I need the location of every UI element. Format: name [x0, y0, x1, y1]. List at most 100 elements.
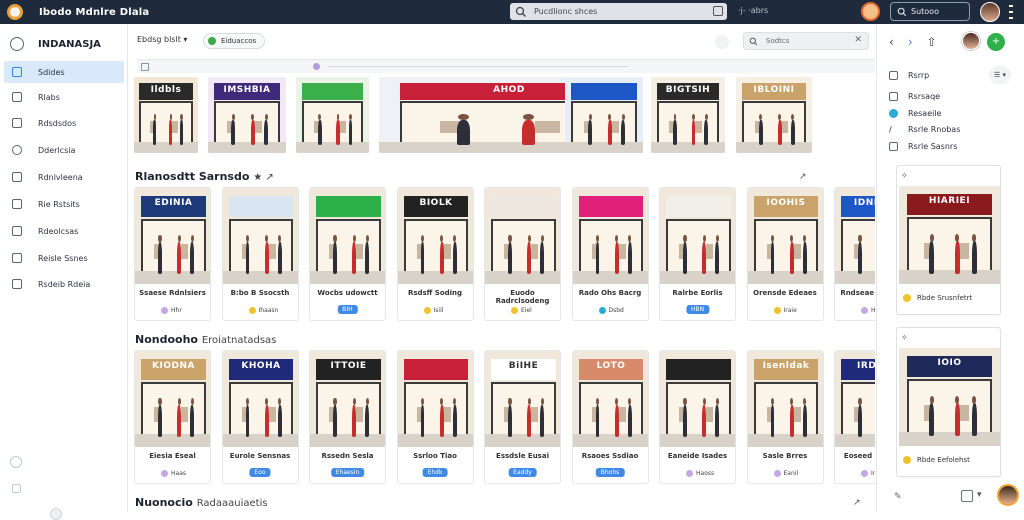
search-toggle-button[interactable]: [715, 35, 729, 49]
store-card[interactable]: Euodo Radrclsodeng Eiel: [484, 187, 561, 321]
tag-dot-icon: [861, 306, 868, 314]
card-caption: Eurole Sensnas: [229, 452, 291, 460]
store-card[interactable]: Rado Ohs Bacrg Dsbd: [571, 187, 649, 321]
settings-icon[interactable]: [12, 484, 21, 493]
store-card[interactable]: Isenldak Sasle Brres Eanil: [746, 350, 824, 484]
panel-avatar[interactable]: [962, 32, 980, 50]
card-tag[interactable]: Eanil: [770, 468, 803, 478]
card-tag[interactable]: Haas: [157, 468, 190, 478]
sidebar-item-3[interactable]: Dderlcsia: [4, 139, 124, 161]
account-label: Sutooo: [911, 7, 939, 16]
sidebar-item-5[interactable]: Rie Rstsits: [4, 193, 124, 215]
section-expand-icon[interactable]: ↗: [799, 172, 807, 182]
user-avatar[interactable]: [980, 2, 1000, 22]
store-card[interactable]: Ralrbe Eorlis HBN: [659, 187, 736, 321]
sidebar-item-2[interactable]: Rdsdsdos: [4, 112, 124, 134]
more-icon[interactable]: ▾: [977, 490, 982, 500]
breadcrumb[interactable]: Ebdsg blslt ▾: [137, 35, 187, 44]
sidebar: INDANASJA Sdides Rlabs Rdsdsdos Dderlcsi…: [0, 24, 128, 520]
strip-toggle-icon[interactable]: [141, 62, 149, 71]
sidebar-item-6[interactable]: Rdeolcsas: [4, 220, 124, 242]
content-search-input[interactable]: Sodtcs ✕: [743, 32, 869, 50]
card-tag[interactable]: Dsbd: [595, 305, 628, 315]
card-tag[interactable]: Inarsi: [857, 468, 875, 478]
panel-item-4[interactable]: Rsrle Sasnrs: [889, 142, 957, 151]
sidebar-item-0[interactable]: Sdides: [4, 61, 124, 83]
store-card[interactable]: Ssrloo Tiao Ehdk: [396, 350, 474, 484]
store-card[interactable]: LOTO Rsaoes Ssdiao Bhohs: [571, 350, 649, 484]
store-card[interactable]: IDNNIA Rndseae Eaeads Hhin: [834, 187, 875, 321]
card-tag-badge[interactable]: BIH: [337, 305, 358, 314]
store-card[interactable]: IOOHIS Orensde Edeaes Iraie: [746, 187, 824, 321]
account-search-button[interactable]: Sutooo: [890, 2, 970, 21]
sidebar-item-4[interactable]: Rdnlvleena: [4, 166, 124, 188]
card-tag[interactable]: Iraie: [770, 305, 801, 315]
panel-item-1[interactable]: Rsrsaqe: [889, 92, 940, 101]
app-logo-icon[interactable]: [7, 4, 23, 20]
strip-divider: [328, 66, 628, 67]
document-icon: [889, 71, 898, 80]
clear-icon[interactable]: ✕: [854, 35, 862, 45]
sidebar-item-1[interactable]: Rlabs: [4, 86, 124, 108]
store-card[interactable]: Eaneide Isades Haoss: [659, 350, 736, 484]
panel-nav: ‹ › ⇧: [889, 35, 951, 49]
global-search-input[interactable]: Pucdlionc shces: [510, 3, 727, 20]
card-caption: Rssedn Sesla: [321, 452, 374, 460]
card-tag-badge[interactable]: Eaddy: [508, 468, 537, 477]
store-card[interactable]: KHOHA Eurole Sensnas Eoo: [221, 350, 299, 484]
card-caption: Rado Ohs Bacrg: [578, 289, 642, 297]
pin-icon[interactable]: ⇧: [927, 35, 937, 49]
preview-card[interactable]: ✧ HIARIEI Rbde Srusnfetrt: [896, 165, 1001, 315]
panel-item-label: Rsrle Sasnrs: [908, 142, 958, 151]
strip-image[interactable]: [565, 77, 643, 153]
card-tag[interactable]: Haoss: [682, 468, 718, 478]
card-tag-badge[interactable]: Bhohs: [595, 468, 625, 477]
store-card[interactable]: ITTOIE Rssedn Sesla Ehaesin: [309, 350, 386, 484]
status-dot-icon: [903, 456, 911, 464]
card-tag-badge[interactable]: Ehdk: [422, 468, 448, 477]
section-expand-icon[interactable]: ↗: [853, 498, 861, 508]
store-card[interactable]: KIODNA Eiesia Eseal Haas: [134, 350, 211, 484]
add-button[interactable]: +: [987, 33, 1005, 51]
collapse-icon[interactable]: [50, 508, 62, 520]
view-select[interactable]: ☰ ▾: [989, 66, 1011, 84]
store-card[interactable]: EDINIA Ssaese Rdnlsiers Hhr: [134, 187, 211, 321]
strip-image[interactable]: [296, 77, 369, 153]
strip-image[interactable]: IMSHBIA: [208, 77, 286, 153]
filter-label[interactable]: ·j- ·abrs: [738, 6, 768, 15]
preview-card[interactable]: ✧ IOIO Rbde Eefolehst: [896, 327, 1001, 477]
store-card[interactable]: IRDSE Eoseed Eeodla Inarsi: [834, 350, 875, 484]
edit-icon[interactable]: ✎: [894, 492, 902, 502]
notification-icon[interactable]: [861, 2, 880, 21]
store-card[interactable]: B:bo B Ssocsth Ihaasn: [221, 187, 299, 321]
card-tag-badge[interactable]: Ehaesin: [330, 468, 365, 477]
back-icon[interactable]: ‹: [889, 35, 894, 49]
store-card[interactable]: BIOLK Rsdsff Soding Isiil: [396, 187, 474, 321]
card-tag-badge[interactable]: HBN: [685, 305, 710, 314]
expand-icon[interactable]: [713, 6, 723, 16]
card-tag[interactable]: Eiel: [507, 305, 536, 315]
card-tag[interactable]: Hhin: [857, 305, 875, 315]
store-image: IOOHIS: [747, 188, 823, 284]
card-tag[interactable]: Isiil: [420, 305, 448, 315]
clipboard-icon[interactable]: [961, 490, 973, 502]
forward-icon[interactable]: ›: [908, 35, 913, 49]
panel-item-2[interactable]: Resaeile: [889, 109, 941, 118]
help-icon[interactable]: [10, 456, 22, 468]
sidebar-item-7[interactable]: Reisle Ssnes: [4, 247, 124, 269]
search-icon: [897, 7, 907, 16]
store-card[interactable]: Wocbs udowctt BIH: [309, 187, 386, 321]
assistant-avatar[interactable]: [997, 484, 1019, 506]
card-tag-badge[interactable]: Eoo: [249, 468, 271, 477]
panel-item-0[interactable]: Rsrrp: [889, 71, 929, 80]
panel-item-3[interactable]: / Rsrle Rnobas: [889, 125, 960, 134]
strip-image[interactable]: IBLOINI: [736, 77, 812, 153]
card-tag[interactable]: Hhr: [157, 305, 186, 315]
filter-chip[interactable]: Eiduaccos: [203, 33, 266, 49]
card-tag[interactable]: Ihaasn: [245, 305, 283, 315]
store-card[interactable]: BiIHE Essdsle Eusai Eaddy: [484, 350, 561, 484]
strip-image[interactable]: BIGTSIH: [651, 77, 725, 153]
sidebar-item-8[interactable]: Rsdeib Rdeia: [4, 273, 124, 295]
strip-image[interactable]: Ildbls: [134, 77, 198, 153]
kebab-menu-icon[interactable]: [1006, 5, 1016, 19]
